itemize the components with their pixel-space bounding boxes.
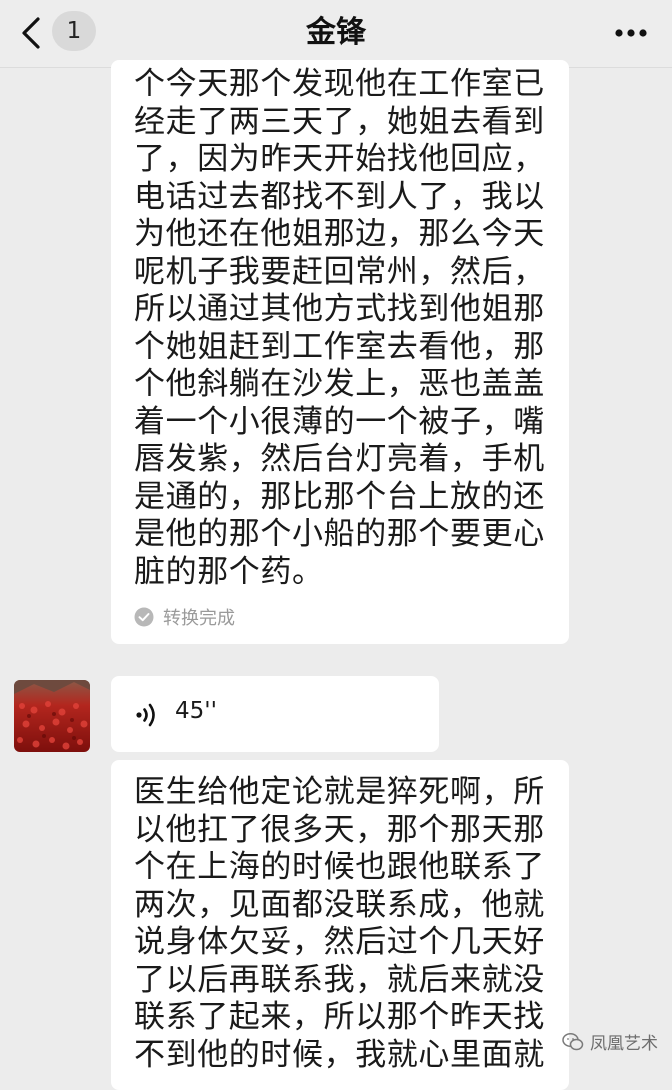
transcript-text: 医生给他定论就是猝死啊，所以他扛了很多天，那个那天那个在上海的时候也跟他联系了两… [134,774,545,1073]
nav-bar: 1 金锋 [0,0,672,68]
voice-wave-icon [136,703,155,727]
transcript-card[interactable]: 个今天那个发现他在工作室已经走了两三天了，她姐去看到了，因为昨天开始找他回应，电… [111,60,569,644]
transcript-text: 个今天那个发现他在工作室已经走了两三天了，她姐去看到了，因为昨天开始找他回应，电… [134,66,545,590]
conversion-status: 转换完成 [134,604,235,630]
watermark: 凤凰艺术 [562,1029,658,1054]
unread-count-badge[interactable]: 1 [52,11,96,51]
more-options-icon[interactable] [614,22,648,44]
chat-title: 金锋 [306,15,366,50]
wechat-icon [562,1032,584,1050]
voice-message-bubble[interactable]: 45'' [111,676,439,752]
avatar[interactable] [14,680,90,752]
transcript-card[interactable]: 医生给他定论就是猝死啊，所以他扛了很多天，那个那天那个在上海的时候也跟他联系了两… [111,760,569,1090]
check-circle-icon [134,607,154,627]
back-chevron-icon[interactable] [18,16,48,50]
status-label: 转换完成 [163,608,235,629]
watermark-label: 凤凰艺术 [590,1034,658,1054]
avatar-image [14,680,90,752]
voice-duration: 45'' [175,698,217,724]
